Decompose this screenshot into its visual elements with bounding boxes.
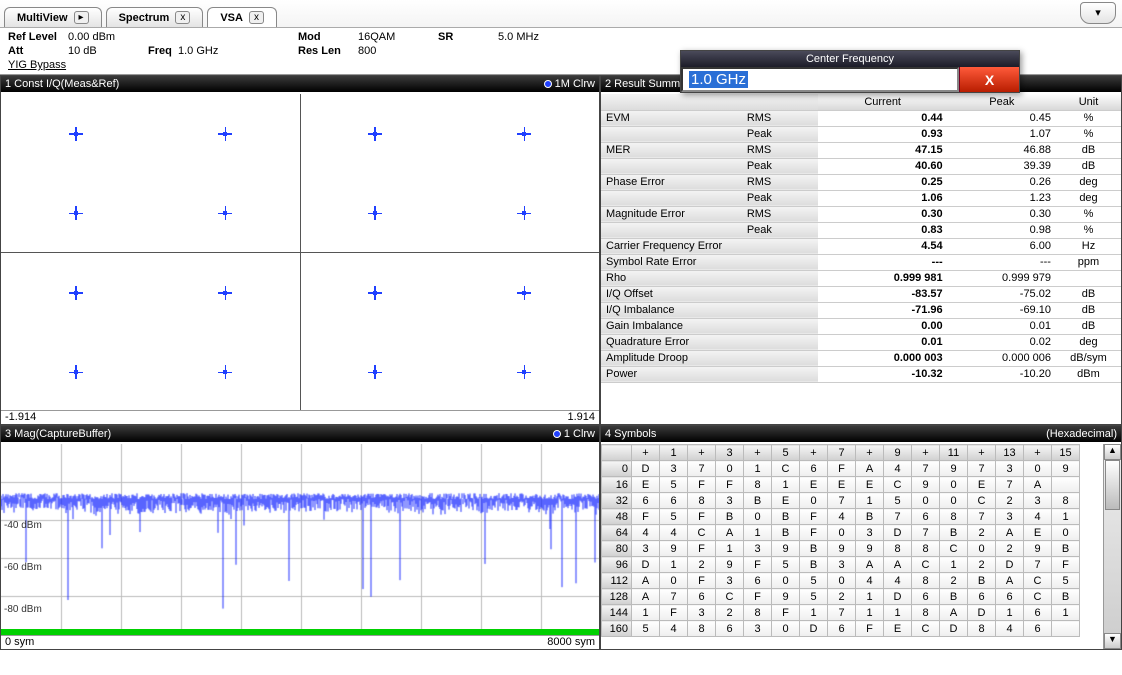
pane3-xmax: 8000 sym bbox=[547, 636, 595, 649]
tab-vsa[interactable]: VSAx bbox=[207, 7, 277, 27]
constellation-point bbox=[69, 365, 83, 379]
symbol-row: 1441F328F17118AD161 bbox=[602, 605, 1080, 621]
col-peak: Peak bbox=[948, 94, 1056, 110]
col-unit: Unit bbox=[1056, 94, 1121, 110]
result-row: Rho0.999 9810.999 979 bbox=[601, 270, 1121, 286]
pane1-marker: 1M Clrw bbox=[555, 78, 595, 90]
dialog-close-button[interactable]: X bbox=[959, 67, 1019, 92]
close-icon[interactable]: x bbox=[175, 11, 190, 24]
pane4-title: 4 Symbols bbox=[605, 428, 656, 440]
constellation-point bbox=[517, 206, 531, 220]
constellation-point bbox=[517, 365, 531, 379]
constellation-point bbox=[517, 286, 531, 300]
constellation-point bbox=[218, 206, 232, 220]
pane1-xmin: -1.914 bbox=[5, 411, 36, 424]
constellation-point bbox=[69, 127, 83, 141]
result-table: Current Peak Unit EVMRMS0.440.45%Peak0.9… bbox=[601, 94, 1121, 383]
constellation-point bbox=[368, 127, 382, 141]
symbol-row: 6444CA1BF03D7B2AE0 bbox=[602, 525, 1080, 541]
symbol-row: 326683BE071500C238 bbox=[602, 493, 1080, 509]
result-row: Phase ErrorRMS0.250.26deg bbox=[601, 174, 1121, 190]
result-row: Carrier Frequency Error4.546.00Hz bbox=[601, 238, 1121, 254]
ylabel: -40 dBm bbox=[4, 520, 42, 531]
pane-constellation[interactable]: 1 Const I/Q(Meas&Ref) 1M Clrw -1.914 1.9… bbox=[0, 75, 600, 425]
symbol-row: 16E5FF81EEEC90E7A bbox=[602, 477, 1080, 493]
ylabel: -60 dBm bbox=[4, 562, 42, 573]
constellation-point bbox=[69, 286, 83, 300]
symbol-row: 160548630D6FECD846 bbox=[602, 621, 1080, 637]
pane1-title: 1 Const I/Q(Meas&Ref) bbox=[5, 78, 119, 90]
scrollbar[interactable]: ▲ ▼ bbox=[1103, 444, 1121, 649]
symbol-row: 48F5FB0BF4B7687341 bbox=[602, 509, 1080, 525]
att-label: Att bbox=[8, 44, 68, 58]
result-row: Peak40.6039.39dB bbox=[601, 158, 1121, 174]
sr-label: SR bbox=[438, 30, 498, 44]
ref-level-value: 0.00 dBm bbox=[68, 30, 148, 44]
ylabel: -80 dBm bbox=[4, 604, 42, 615]
reslen-label: Res Len bbox=[298, 44, 358, 58]
result-row: Power-10.32-10.20dBm bbox=[601, 366, 1121, 382]
result-row: Quadrature Error0.010.02deg bbox=[601, 334, 1121, 350]
close-icon[interactable]: x bbox=[249, 11, 264, 24]
constellation-point bbox=[368, 206, 382, 220]
symbol-row: 128A76CF9521D6B66CB bbox=[602, 589, 1080, 605]
result-row: Peak0.830.98% bbox=[601, 222, 1121, 238]
freq-label: Freq bbox=[148, 44, 178, 58]
pane4-unit: (Hexadecimal) bbox=[1046, 428, 1117, 440]
result-row: Magnitude ErrorRMS0.300.30% bbox=[601, 206, 1121, 222]
dialog-title: Center Frequency bbox=[681, 51, 1019, 67]
result-row: Peak1.061.23deg bbox=[601, 190, 1121, 206]
result-row: EVMRMS0.440.45% bbox=[601, 110, 1121, 126]
reslen-value: 800 bbox=[358, 44, 438, 58]
tab-bar: MultiView▸ Spectrumx VSAx bbox=[0, 0, 1122, 28]
constellation-point bbox=[69, 206, 83, 220]
pane3-xmin: 0 sym bbox=[5, 636, 34, 649]
constellation-point bbox=[368, 286, 382, 300]
chevron-icon[interactable]: ▸ bbox=[74, 11, 89, 24]
mod-label: Mod bbox=[298, 30, 358, 44]
result-row: Symbol Rate Error------ppm bbox=[601, 254, 1121, 270]
pane3-marker: 1 Clrw bbox=[564, 428, 595, 440]
pane1-xmax: 1.914 bbox=[567, 411, 595, 424]
constellation-point bbox=[517, 127, 531, 141]
symbol-row: 0D3701C6FA4797309 bbox=[602, 461, 1080, 477]
center-frequency-dialog: Center Frequency 1.0 GHz X bbox=[680, 50, 1020, 93]
symbol-row: 8039F139B9988C029B bbox=[602, 541, 1080, 557]
result-row: Amplitude Droop0.000 0030.000 006dB/sym bbox=[601, 350, 1121, 366]
tab-spectrum[interactable]: Spectrumx bbox=[106, 7, 204, 27]
scroll-thumb[interactable] bbox=[1105, 460, 1120, 510]
symbols-table: +1+3+5+7+9+11+13+150D3701C6FA479730916E5… bbox=[601, 444, 1080, 637]
freq-value: 1.0 GHz bbox=[178, 44, 298, 58]
yig-bypass-label: YIG Bypass bbox=[8, 58, 66, 72]
col-current: Current bbox=[818, 94, 948, 110]
tab-overflow-button[interactable]: ▾ bbox=[1080, 2, 1116, 24]
symbol-row: 96D129F5B3AAC12D7F bbox=[602, 557, 1080, 573]
scroll-down-button[interactable]: ▼ bbox=[1104, 633, 1121, 649]
result-row: Gain Imbalance0.000.01dB bbox=[601, 318, 1121, 334]
pane-result-summary: 2 Result Summary Current Peak Unit EVMRM… bbox=[600, 75, 1122, 425]
result-row: I/Q Imbalance-71.96-69.10dB bbox=[601, 302, 1121, 318]
constellation-point bbox=[218, 286, 232, 300]
pane-magnitude[interactable]: 3 Mag(CaptureBuffer) 1 Clrw -40 dBm -60 … bbox=[0, 425, 600, 650]
result-row: Peak0.931.07% bbox=[601, 126, 1121, 142]
pane-symbols: 4 Symbols (Hexadecimal) +1+3+5+7+9+11+13… bbox=[600, 425, 1122, 650]
tab-multiview[interactable]: MultiView▸ bbox=[4, 7, 102, 27]
constellation-point bbox=[218, 365, 232, 379]
result-row: I/Q Offset-83.57-75.02dB bbox=[601, 286, 1121, 302]
pane3-title: 3 Mag(CaptureBuffer) bbox=[5, 428, 111, 440]
symbol-row: 112A0F360504482BAC5 bbox=[602, 573, 1080, 589]
constellation-point bbox=[368, 365, 382, 379]
sr-value: 5.0 MHz bbox=[498, 30, 578, 44]
att-value: 10 dB bbox=[68, 44, 148, 58]
ref-level-label: Ref Level bbox=[8, 30, 68, 44]
mod-value: 16QAM bbox=[358, 30, 438, 44]
center-frequency-input[interactable]: 1.0 GHz bbox=[681, 67, 959, 92]
trace-dot-icon bbox=[544, 80, 552, 88]
result-row: MERRMS47.1546.88dB bbox=[601, 142, 1121, 158]
constellation-point bbox=[218, 127, 232, 141]
trace-dot-icon bbox=[553, 430, 561, 438]
scroll-up-button[interactable]: ▲ bbox=[1104, 444, 1121, 460]
